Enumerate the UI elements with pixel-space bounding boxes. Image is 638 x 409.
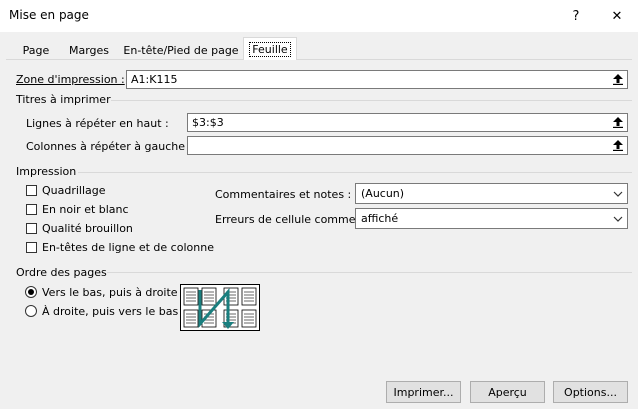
close-icon: ✕	[611, 8, 623, 24]
tab-label: En-tête/Pied de page	[123, 43, 239, 57]
comments-select[interactable]: (Aucun)	[355, 183, 628, 204]
tab-sheet[interactable]: Feuille	[243, 37, 297, 60]
group-separator	[107, 272, 632, 273]
print-group-label: Impression	[16, 165, 77, 178]
tab-label: Marges	[68, 43, 110, 57]
collapse-dialog-icon[interactable]	[611, 115, 625, 130]
options-button[interactable]: Options...	[553, 381, 628, 403]
chevron-down-icon	[609, 184, 627, 203]
down-then-over-radio[interactable]	[25, 286, 37, 298]
row-col-headings-checkbox[interactable]	[26, 242, 37, 253]
gridlines-label: Quadrillage	[42, 184, 106, 197]
over-then-down-label: À droite, puis vers le bas	[42, 305, 179, 318]
gridlines-checkbox[interactable]	[26, 185, 37, 196]
collapse-dialog-icon[interactable]	[611, 138, 625, 153]
collapse-dialog-icon[interactable]	[611, 72, 625, 87]
chevron-down-icon	[609, 209, 627, 228]
cols-to-repeat-field[interactable]	[187, 136, 628, 155]
window-title: Mise en page	[9, 8, 89, 22]
down-then-over-label: Vers le bas, puis à droite	[42, 286, 178, 299]
group-separator	[111, 100, 632, 101]
tab-header-footer[interactable]: En-tête/Pied de page	[122, 40, 240, 60]
over-then-down-radio[interactable]	[25, 305, 37, 317]
print-button[interactable]: Imprimer...	[386, 381, 461, 403]
cell-errors-label: Erreurs de cellule comme :	[215, 213, 363, 226]
close-button[interactable]: ✕	[597, 2, 637, 30]
title-bar	[0, 0, 638, 32]
black-and-white-checkbox[interactable]	[26, 204, 37, 215]
draft-quality-label: Qualité brouillon	[42, 222, 133, 235]
page-order-group-label: Ordre des pages	[16, 266, 107, 279]
print-area-label: Zone d'impression :	[16, 73, 125, 86]
rows-to-repeat-field[interactable]: $3:$3	[187, 113, 628, 132]
comments-value: (Aucun)	[361, 187, 405, 200]
help-button[interactable]: ?	[556, 2, 596, 30]
row-col-headings-label: En-têtes de ligne et de colonne	[42, 241, 214, 254]
tab-page[interactable]: Page	[16, 40, 56, 60]
rows-to-repeat-value: $3:$3	[192, 116, 224, 129]
comments-label: Commentaires et notes :	[215, 188, 352, 201]
black-and-white-label: En noir et blanc	[42, 203, 129, 216]
group-separator	[78, 172, 632, 173]
cell-errors-select[interactable]: affiché	[355, 208, 628, 229]
tab-label: Feuille	[249, 41, 291, 57]
preview-button[interactable]: Aperçu	[470, 381, 545, 403]
cell-errors-value: affiché	[361, 212, 399, 225]
cols-to-repeat-label: Colonnes à répéter à gauche :	[26, 140, 193, 153]
draft-quality-checkbox[interactable]	[26, 223, 37, 234]
tab-label: Page	[22, 43, 50, 57]
page-order-illustration-icon	[180, 284, 260, 331]
tab-margins[interactable]: Marges	[64, 40, 114, 60]
print-area-field[interactable]: A1:K115	[126, 70, 628, 89]
print-area-value: A1:K115	[131, 73, 178, 86]
print-titles-group-label: Titres à imprimer	[16, 93, 111, 106]
rows-to-repeat-label: Lignes à répéter en haut :	[26, 117, 169, 130]
